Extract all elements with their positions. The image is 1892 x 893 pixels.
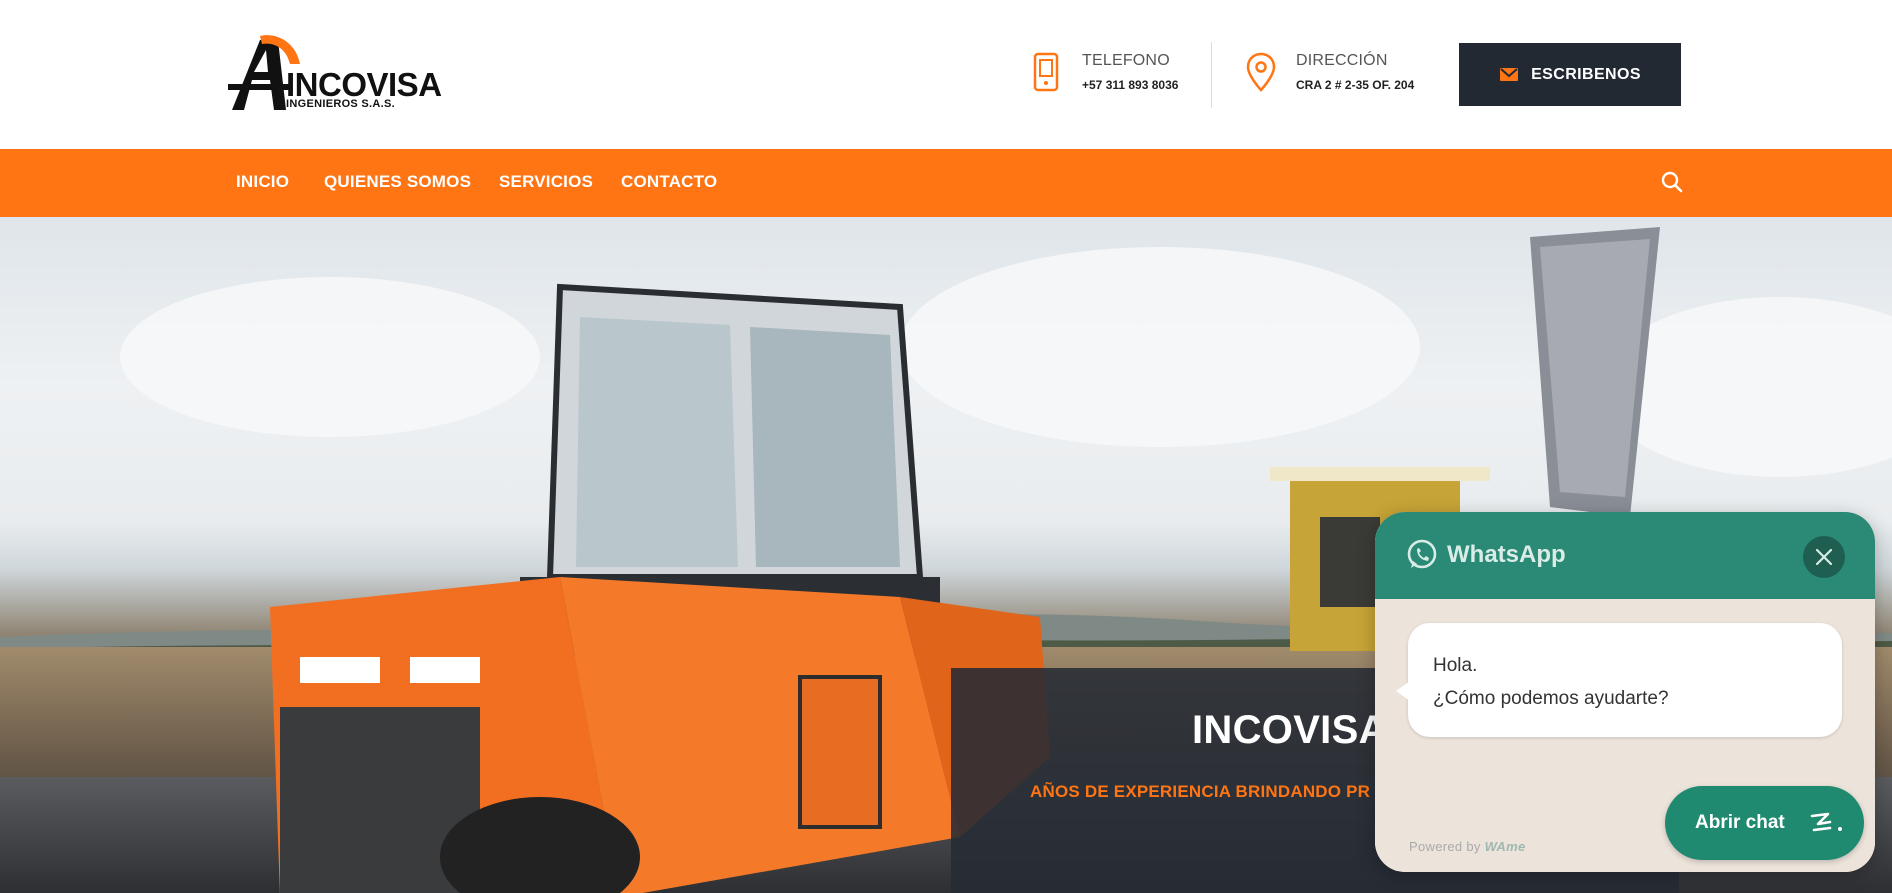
write-us-button[interactable]: ESCRIBENOS	[1459, 43, 1681, 106]
phone-icon	[1033, 52, 1059, 92]
top-header: INCOVISA INGENIEROS S.A.S. TELEFONO +57 …	[0, 0, 1892, 149]
nav-item-servicios[interactable]: SERVICIOS	[499, 172, 593, 192]
address-label: DIRECCIÓN	[1296, 52, 1388, 69]
powered-prefix: Powered by	[1409, 839, 1481, 854]
nav-item-quienes-somos[interactable]: QUIENES SOMOS	[324, 172, 471, 192]
map-pin-icon	[1246, 52, 1276, 92]
phone-value[interactable]: +57 311 893 8036	[1082, 78, 1178, 92]
send-icon	[1810, 812, 1842, 832]
phone-info: TELEFONO +57 311 893 8036	[1032, 50, 1212, 110]
whatsapp-body: Hola. ¿Cómo podemos ayudarte? Powered by…	[1375, 599, 1875, 872]
address-info: DIRECCIÓN CRA 2 # 2-35 OF. 204	[1246, 50, 1446, 110]
hero-subtitle: AÑOS DE EXPERIENCIA BRINDANDO PR	[1030, 782, 1371, 801]
whatsapp-close-button[interactable]	[1803, 536, 1845, 578]
whatsapp-widget: WhatsApp Hola. ¿Cómo podemos ayudarte? P…	[1375, 512, 1875, 872]
open-chat-label: Abrir chat	[1695, 812, 1785, 833]
main-nav: INICIO QUIENES SOMOS SERVICIOS CONTACTO	[0, 149, 1892, 217]
whatsapp-icon	[1407, 539, 1437, 569]
powered-brand[interactable]: WAme	[1485, 839, 1526, 854]
close-icon	[1815, 548, 1833, 566]
write-us-label: ESCRIBENOS	[1531, 65, 1641, 83]
header-divider	[1211, 42, 1212, 108]
envelope-icon	[1500, 68, 1519, 81]
whatsapp-message-bubble: Hola. ¿Cómo podemos ayudarte?	[1396, 623, 1842, 737]
company-logo[interactable]: INCOVISA INGENIEROS S.A.S.	[226, 34, 442, 112]
logo-subtitle: INGENIEROS S.A.S.	[286, 98, 396, 110]
bubble-tail	[1396, 681, 1410, 701]
nav-item-inicio[interactable]: INICIO	[236, 172, 289, 192]
phone-label: TELEFONO	[1082, 52, 1170, 69]
search-icon[interactable]	[1661, 171, 1683, 193]
hero-title: INCOVISA	[1192, 708, 1388, 752]
address-value: CRA 2 # 2-35 OF. 204	[1296, 78, 1415, 92]
whatsapp-title: WhatsApp	[1447, 541, 1566, 568]
whatsapp-greeting: Hola.	[1433, 655, 1478, 676]
whatsapp-header: WhatsApp	[1375, 512, 1875, 599]
whatsapp-question: ¿Cómo podemos ayudarte?	[1433, 688, 1669, 709]
whatsapp-powered-by: Powered by WAme	[1409, 839, 1526, 854]
whatsapp-brand: WhatsApp	[1405, 538, 1566, 572]
nav-item-contacto[interactable]: CONTACTO	[621, 172, 717, 192]
open-chat-button[interactable]: Abrir chat	[1665, 786, 1864, 860]
